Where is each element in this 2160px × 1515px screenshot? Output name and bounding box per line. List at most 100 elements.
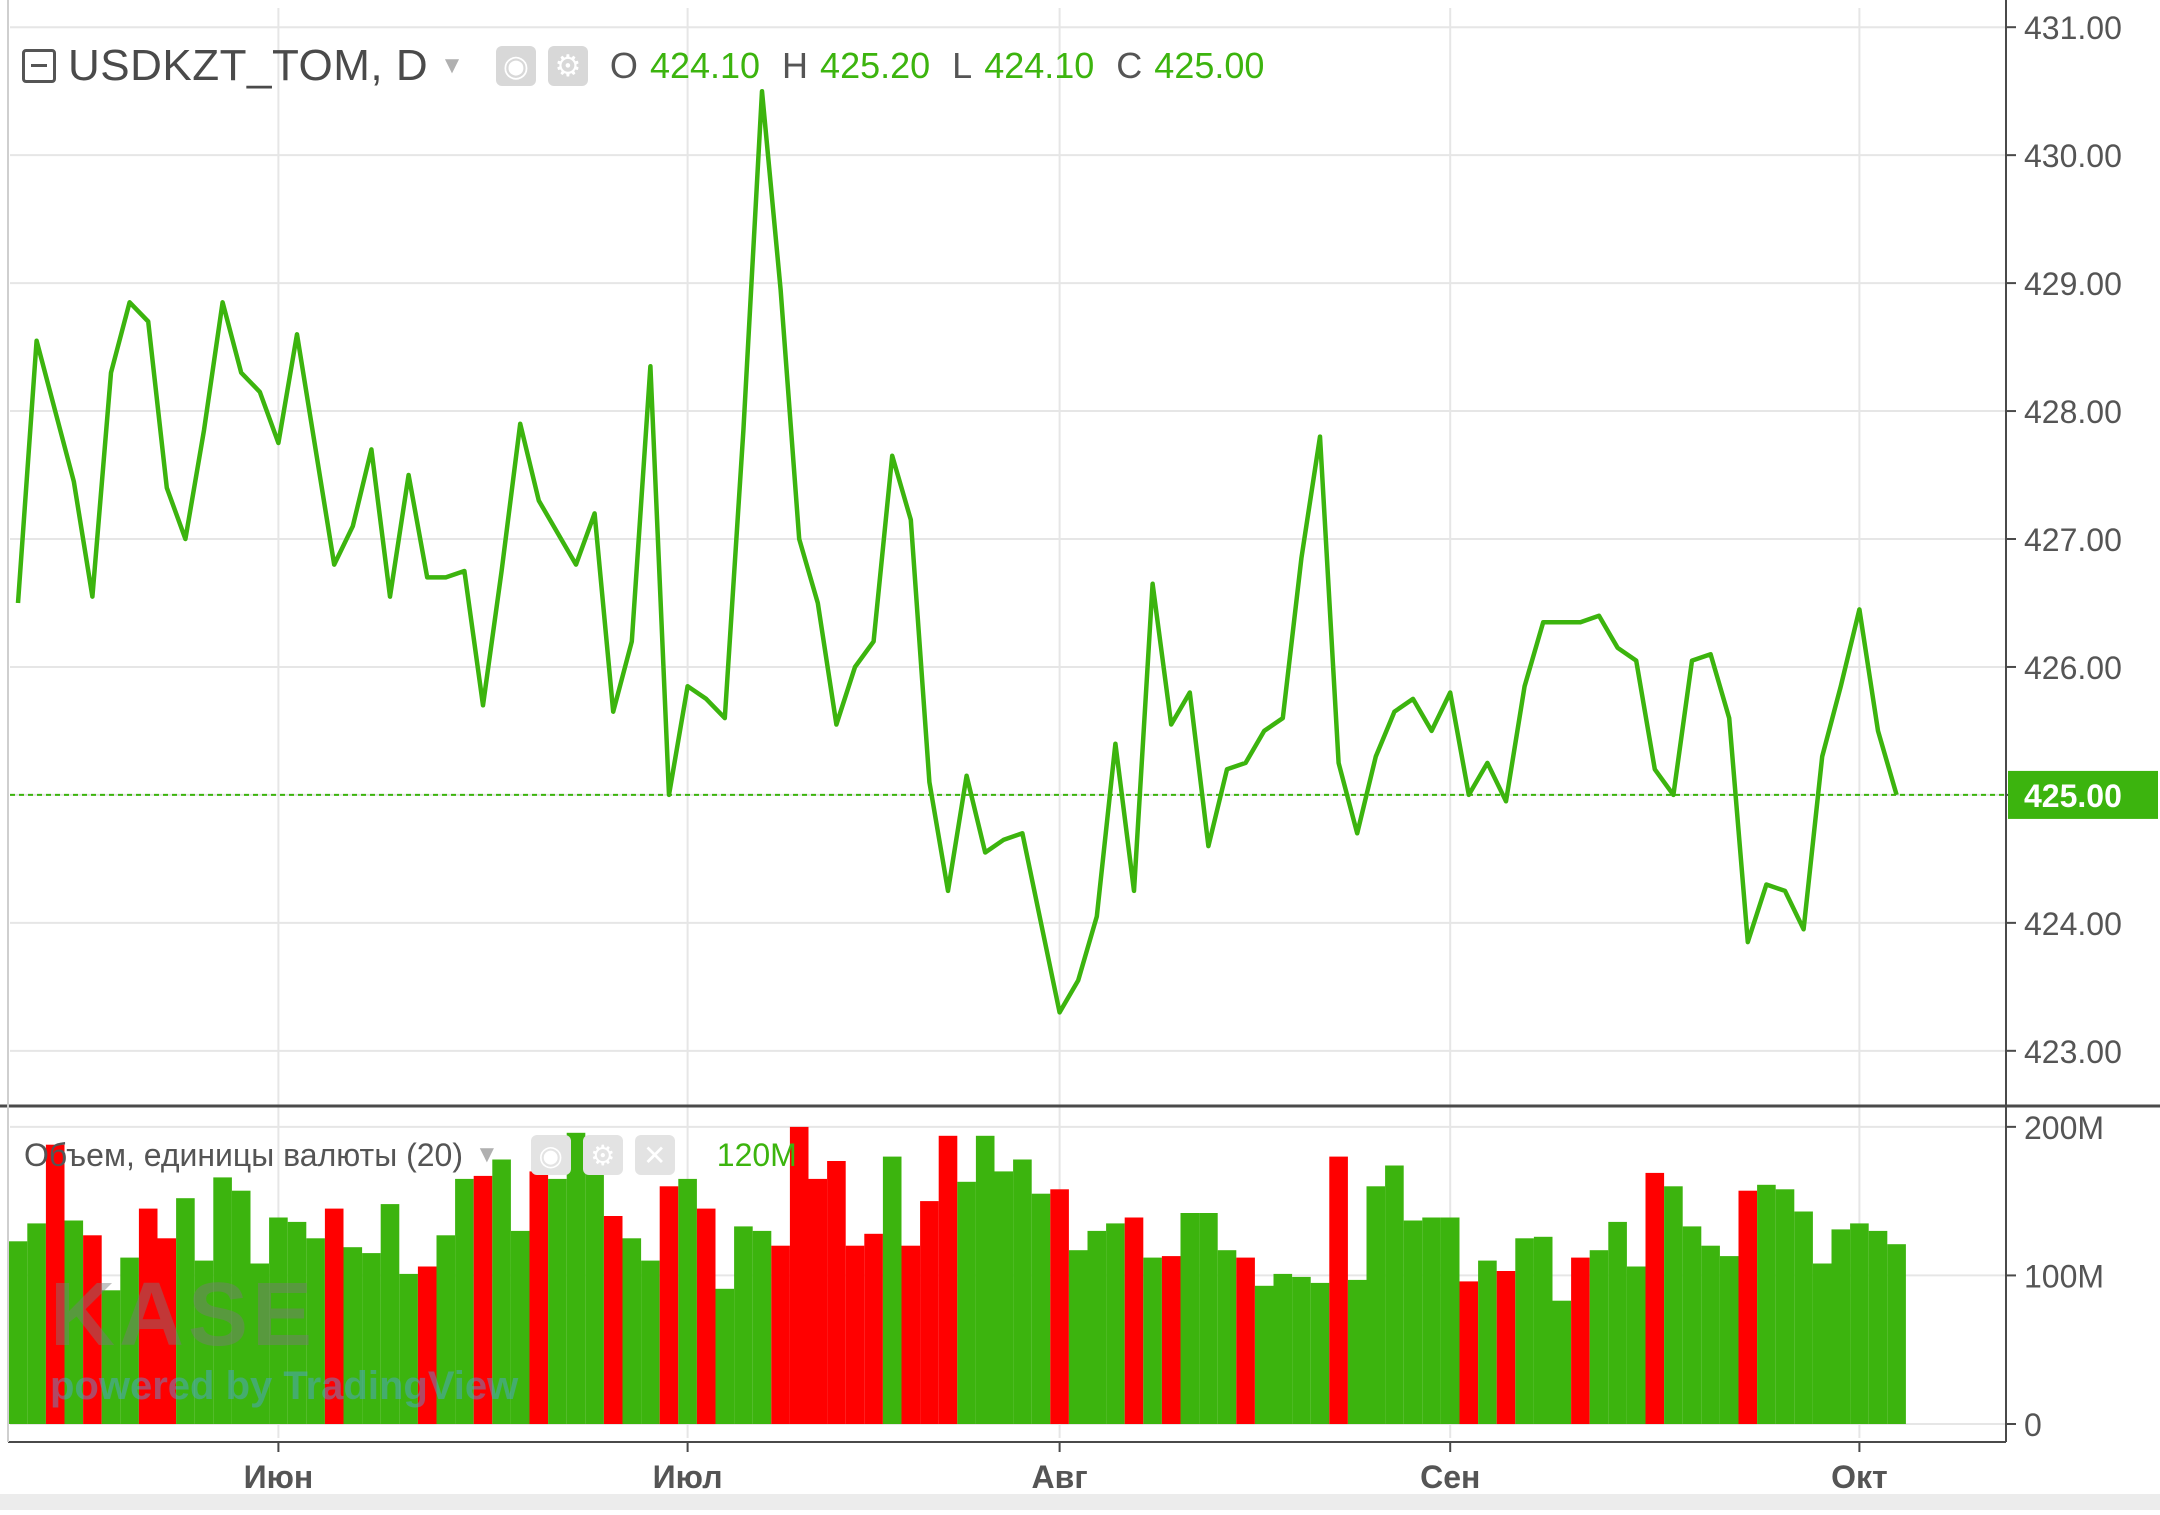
volume-bar (1682, 1226, 1702, 1424)
high-label: H (782, 45, 809, 86)
volume-bar (1533, 1236, 1553, 1424)
last-price-tag: 425.00 (2008, 770, 2158, 819)
y-tick-label: 428.00 (2024, 394, 2122, 430)
volume-bar (269, 1217, 288, 1424)
volume-bar (1236, 1257, 1255, 1424)
volume-bar (176, 1198, 195, 1424)
volume-bar (250, 1263, 270, 1424)
volume-bar (343, 1247, 363, 1424)
volume-bar (1757, 1184, 1776, 1424)
chart-svg: 423.00 424.00 425.00 426.00 427.00 428.00 429.… (0, 0, 2160, 1510)
volume-bar (1850, 1223, 1869, 1424)
volume-bar (659, 1186, 679, 1424)
volume-bar (1050, 1189, 1069, 1424)
volume-bar (455, 1178, 474, 1424)
volume-bar (1645, 1172, 1665, 1424)
x-tick-label: Окт (1831, 1459, 1888, 1495)
y-tick-label: 423.00 (2024, 1034, 2122, 1070)
close-icon[interactable]: ✕ (634, 1135, 675, 1175)
eye-icon[interactable]: ◉ (530, 1135, 571, 1175)
volume-bar (696, 1208, 716, 1424)
volume-bar (715, 1288, 735, 1424)
chevron-down-icon[interactable]: ▼ (440, 52, 464, 80)
volume-bar (845, 1245, 865, 1424)
volume-bar (957, 1181, 976, 1424)
volume-bar (1199, 1213, 1218, 1424)
volume-bar (1422, 1217, 1441, 1424)
price-legend: USDKZT_TOM, D ▼ ◉ ⚙ O 424.10 H 425.20 L … (22, 38, 1264, 94)
volume-bar (473, 1175, 493, 1424)
volume-bar (1738, 1190, 1758, 1424)
volume-bar (1812, 1263, 1832, 1424)
volume-bar (1347, 1279, 1367, 1424)
volume-bar (1217, 1250, 1237, 1424)
symbol-title[interactable]: USDKZT_TOM, D (68, 41, 428, 91)
volume-bar (1459, 1281, 1479, 1424)
volume-bar (1868, 1230, 1888, 1424)
volume-bar (1719, 1256, 1739, 1424)
volume-bar (585, 1156, 604, 1424)
volume-bar (1664, 1186, 1683, 1424)
y-tick-label: 430.00 (2024, 138, 2122, 174)
volume-bar (27, 1223, 46, 1424)
volume-bar (1496, 1271, 1516, 1424)
y-tick-label: 426.00 (2024, 650, 2122, 686)
eye-icon[interactable]: ◉ (495, 46, 536, 86)
volume-bar (994, 1171, 1014, 1424)
close-value: 425.00 (1154, 45, 1265, 86)
volume-bar (510, 1230, 530, 1424)
volume-bar (901, 1245, 921, 1424)
volume-bar (1366, 1186, 1386, 1424)
volume-bar (287, 1221, 307, 1424)
volume-bar (324, 1208, 344, 1424)
volume-bar (1124, 1217, 1144, 1424)
volume-bar (436, 1235, 456, 1424)
volume-bar (1068, 1250, 1088, 1424)
volume-bar (827, 1161, 846, 1424)
volume-bar (938, 1135, 958, 1424)
chart-root: 423.00 424.00 425.00 426.00 427.00 428.00 429.… (0, 0, 2160, 1510)
volume-tick-label: 200M (2024, 1110, 2104, 1146)
volume-bar (1589, 1250, 1609, 1424)
volume-bar (138, 1208, 158, 1424)
volume-bar (1292, 1276, 1311, 1424)
volume-bar (864, 1233, 883, 1424)
last-price-label: 425.00 (2024, 778, 2122, 814)
volume-bar (1794, 1211, 1813, 1424)
chevron-down-icon[interactable]: ▼ (475, 1141, 499, 1169)
volume-bar (752, 1230, 772, 1424)
volume-bar (213, 1177, 232, 1424)
volume-bar (1552, 1300, 1572, 1424)
gear-icon[interactable]: ⚙ (582, 1135, 623, 1175)
x-tick-label: Июл (653, 1459, 723, 1495)
volume-title[interactable]: Объем, единицы валюты (20) (24, 1137, 463, 1174)
volume-bar (1478, 1260, 1497, 1424)
volume-bar (920, 1201, 939, 1424)
volume-bar (194, 1260, 214, 1424)
x-tick-label: Июн (244, 1459, 314, 1495)
high-value: 425.20 (820, 45, 931, 86)
collapse-icon[interactable] (22, 49, 56, 83)
volume-bar (975, 1135, 995, 1424)
volume-bar (306, 1238, 325, 1424)
y-tick-label: 429.00 (2024, 266, 2122, 302)
low-value: 424.10 (984, 45, 1095, 86)
gear-icon[interactable]: ⚙ (547, 46, 588, 86)
volume-bar (548, 1178, 567, 1424)
volume-bar (1608, 1221, 1627, 1424)
volume-bar (771, 1245, 790, 1424)
volume-bar (45, 1144, 65, 1424)
volume-bar (8, 1241, 28, 1424)
volume-bar (83, 1235, 102, 1424)
volume-bar (1087, 1230, 1107, 1424)
open-value: 424.10 (649, 45, 761, 86)
volume-bar (1161, 1256, 1181, 1424)
volume-bar (678, 1178, 697, 1424)
volume-bar (1775, 1189, 1795, 1424)
volume-bar (734, 1226, 753, 1424)
volume-bar (1143, 1257, 1162, 1424)
bottom-strip (0, 1494, 2160, 1510)
y-tick-label: 427.00 (2024, 522, 2122, 558)
volume-bar (603, 1216, 623, 1424)
volume-bar (231, 1190, 251, 1424)
